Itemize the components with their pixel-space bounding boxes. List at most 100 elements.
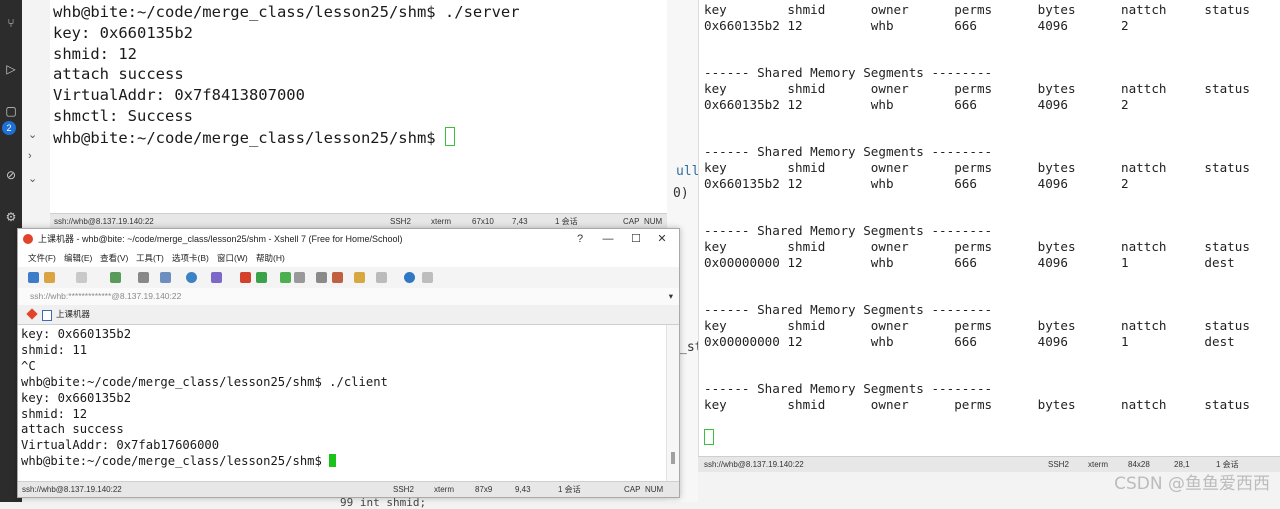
tab-session[interactable]: 上课机器: [56, 305, 90, 324]
address-bar[interactable]: ssh://whb:*************@8.137.19.140:22 …: [18, 288, 679, 306]
client-terminal[interactable]: key: 0x660135b2 shmid: 11 ^C whb@bite:~/…: [18, 325, 667, 481]
server-terminal-output: whb@bite:~/code/merge_class/lesson25/shm…: [53, 3, 520, 147]
terminal-line: ------ Shared Memory Segments --------: [704, 223, 993, 239]
status-protocol: SSH2: [1048, 460, 1069, 469]
remote-icon[interactable]: ⊘: [4, 168, 18, 182]
highlight-icon[interactable]: [332, 272, 343, 283]
terminal-line: key shmid owner perms bytes nattch statu…: [704, 317, 1250, 333]
status-size: 67x10: [472, 217, 494, 226]
ipcs-terminal-output: key shmid owner perms bytes nattch statu…: [704, 2, 1250, 445]
terminal-line: 0x00000000 12 whb 666 4096 1 dest: [704, 333, 1235, 349]
script-icon[interactable]: [211, 272, 222, 283]
help-button[interactable]: ?: [567, 229, 593, 250]
vertical-scrollbar[interactable]: [666, 325, 679, 481]
scrollbar-thumb[interactable]: [671, 452, 675, 464]
fullscreen-icon[interactable]: [280, 272, 291, 283]
ipcs-terminal[interactable]: key shmid owner perms bytes nattch statu…: [698, 0, 1280, 456]
status-sessions: 1 会话: [558, 485, 581, 494]
code-fragment: ull: [676, 164, 700, 179]
search-icon[interactable]: [138, 272, 149, 283]
menu-file[interactable]: 文件(F): [28, 250, 56, 267]
window-titlebar[interactable]: 上课机器 - whb@bite: ~/code/merge_class/less…: [18, 229, 679, 250]
terminal-line: key shmid owner perms bytes nattch statu…: [704, 80, 1250, 96]
terminal-line: key shmid owner perms bytes nattch statu…: [704, 396, 1250, 412]
client-status-bar: ssh://whb@8.137.19.140:22 SSH2 xterm 87x…: [18, 481, 679, 497]
close-button[interactable]: ✕: [649, 229, 675, 250]
menu-tools[interactable]: 工具(T): [136, 250, 164, 267]
server-terminal[interactable]: whb@bite:~/code/merge_class/lesson25/shm…: [50, 0, 667, 213]
terminal-line: [704, 428, 1250, 445]
settings-gear-icon[interactable]: ⚙: [4, 210, 18, 224]
chevron-right-icon[interactable]: ›: [28, 150, 32, 162]
menu-edit[interactable]: 编辑(E): [64, 250, 92, 267]
copy-icon[interactable]: [110, 272, 121, 283]
menu-window[interactable]: 窗口(W): [217, 250, 248, 267]
status-size: 87x9: [475, 485, 493, 494]
code-fragment: 0): [673, 186, 689, 201]
status-term: xterm: [431, 217, 451, 226]
status-term: xterm: [1088, 460, 1108, 469]
status-term: xterm: [434, 485, 454, 494]
status-connection: ssh://whb@8.137.19.140:22: [54, 217, 154, 226]
keyboard-icon[interactable]: [316, 272, 327, 283]
menu-help[interactable]: 帮助(H): [256, 250, 285, 267]
chevron-down-icon[interactable]: ⌄: [28, 172, 37, 185]
terminal-line: ------ Shared Memory Segments --------: [704, 302, 993, 318]
status-sessions: 1 会话: [555, 217, 578, 226]
help-circle-icon[interactable]: [404, 272, 415, 283]
chat-icon[interactable]: [422, 272, 433, 283]
address-text: ssh://whb:*************@8.137.19.140:22: [30, 291, 182, 301]
terminal-line: 0x660135b2 12 whb 666 4096 2: [704, 17, 1129, 33]
notification-badge: 2: [2, 121, 16, 135]
maximize-button[interactable]: ☐: [623, 229, 649, 250]
status-protocol: SSH2: [390, 217, 411, 226]
terminal-line: ------ Shared Memory Segments --------: [704, 381, 993, 397]
disconnect-icon[interactable]: [76, 272, 87, 283]
pin-icon[interactable]: [26, 308, 38, 320]
menu-bar: 文件(F) 编辑(E) 查看(V) 工具(T) 选项卡(B) 窗口(W) 帮助(…: [18, 250, 679, 267]
terminal-line: key shmid owner perms bytes nattch statu…: [704, 159, 1250, 175]
transparency-icon[interactable]: [376, 272, 387, 283]
status-num: NUM: [644, 217, 663, 226]
new-session-icon[interactable]: [28, 272, 39, 283]
layout-icon[interactable]: [354, 272, 365, 283]
extensions-icon[interactable]: ▢: [4, 104, 18, 118]
xshell-app-icon: [23, 234, 33, 244]
print-icon[interactable]: [160, 272, 171, 283]
status-connection: ssh://whb@8.137.19.140:22: [22, 485, 122, 494]
lock-icon[interactable]: [294, 272, 305, 283]
xshell-window[interactable]: 上课机器 - whb@bite: ~/code/merge_class/less…: [17, 228, 680, 498]
status-position: 9,43: [515, 485, 531, 494]
terminal-line: ------ Shared Memory Segments --------: [704, 65, 993, 81]
minimize-button[interactable]: —: [595, 229, 621, 250]
xftp-icon[interactable]: [240, 272, 251, 283]
globe-icon[interactable]: [186, 272, 197, 283]
chevron-down-icon[interactable]: ⌄: [28, 128, 37, 141]
window-title: 上课机器 - whb@bite: ~/code/merge_class/less…: [38, 234, 403, 244]
terminal-line: 0x660135b2 12 whb 666 4096 2: [704, 96, 1129, 112]
run-icon[interactable]: ▷: [4, 62, 18, 76]
toolbar: [18, 267, 679, 289]
source-control-icon[interactable]: ⑂: [4, 16, 18, 30]
watermark: CSDN @鱼鱼爱西西: [1114, 474, 1270, 494]
status-connection: ssh://whb@8.137.19.140:22: [704, 460, 804, 469]
terminal-cursor: [329, 454, 337, 468]
terminal-line: key shmid owner perms bytes nattch statu…: [704, 2, 1250, 17]
xagent-icon[interactable]: [256, 272, 267, 283]
menu-view[interactable]: 查看(V): [100, 250, 128, 267]
explorer-tree: ⌄ › ⌄: [22, 120, 50, 240]
open-folder-icon[interactable]: [44, 272, 55, 283]
menu-tabs[interactable]: 选项卡(B): [172, 250, 209, 267]
server-status-bar: ssh://whb@8.137.19.140:22 SSH2 xterm 67x…: [50, 213, 667, 229]
status-position: 7,43: [512, 217, 528, 226]
chevron-down-icon[interactable]: ▾: [669, 288, 673, 305]
